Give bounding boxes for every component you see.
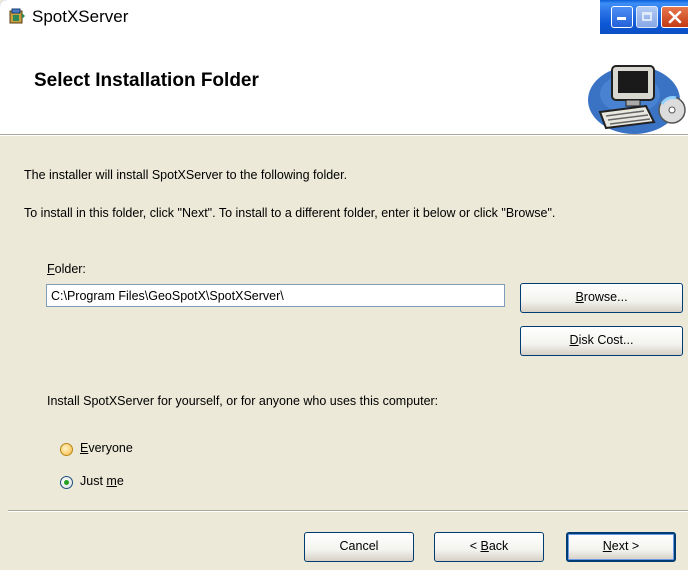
next-button[interactable]: Next > [566,532,676,562]
just-me-accel: m [106,474,117,488]
title-bar[interactable]: SpotXServer [0,0,688,34]
just-me-label[interactable]: Just me [80,474,124,488]
description-line-2: To install in this folder, click "Next".… [24,206,556,220]
browse-button[interactable]: Browse... [520,283,683,313]
browse-accel: B [575,290,584,304]
everyone-label[interactable]: Everyone [80,441,133,455]
back-accel: B [480,539,489,553]
installer-app-icon [9,8,25,24]
folder-path-input[interactable] [46,284,505,307]
cancel-button[interactable]: Cancel [304,532,414,562]
back-button[interactable]: < Back [434,532,544,562]
disk-cost-button[interactable]: Disk Cost... [520,326,683,356]
computer-with-disc-icon [588,65,686,134]
folder-label: Folder: [47,262,86,276]
description-line-1: The installer will install SpotXServer t… [24,168,348,182]
installer-window: SpotXServer Select Installation Folder T… [0,0,688,570]
just-me-prefix: Just [80,474,107,488]
back-prefix: < [469,539,481,553]
close-button[interactable] [661,6,688,28]
page-title: Select Installation Folder [34,70,259,91]
just-me-radio[interactable] [60,476,73,489]
just-me-text: e [116,474,124,488]
back-label: ack [488,539,509,553]
maximize-button[interactable] [636,6,658,28]
header-divider [0,135,688,136]
minimize-button[interactable] [611,6,633,28]
everyone-text: veryone [88,441,133,455]
disk-cost-label: isk Cost... [578,333,634,347]
window-title: SpotXServer [32,7,129,26]
disk-cost-accel: D [569,333,579,347]
footer-separator [8,510,688,512]
maximize-icon [642,12,652,21]
browse-label: rowse... [583,290,628,304]
close-icon [668,11,682,24]
next-accel: N [602,539,612,553]
minimize-icon [617,17,626,20]
folder-label-text: older: [54,262,86,276]
next-label: ext > [611,539,640,553]
everyone-radio[interactable] [60,443,73,456]
header-banner: Select Installation Folder [0,34,688,135]
folder-label-accel: F [47,262,55,276]
install-for-prompt: Install SpotXServer for yourself, or for… [47,394,439,408]
